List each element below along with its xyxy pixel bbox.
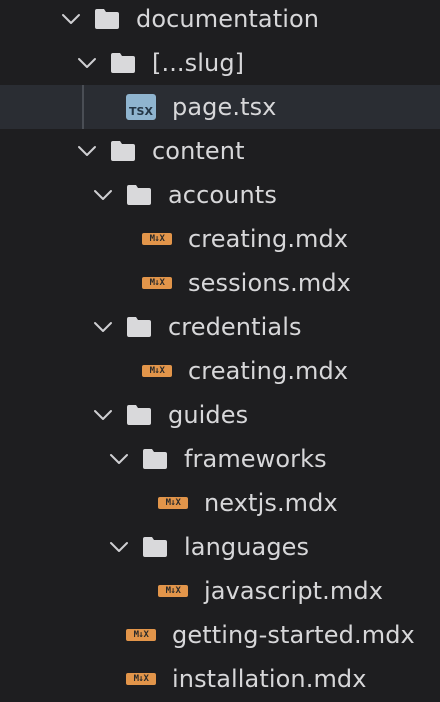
file-label: nextjs.mdx [204, 489, 338, 517]
folder-icon [94, 8, 120, 30]
folder-icon [110, 52, 136, 74]
file-label: creating.mdx [188, 357, 349, 385]
mdx-file-icon: M↓X [142, 277, 172, 289]
mdx-badge: M↓X [126, 629, 156, 641]
chevron-down-icon[interactable] [92, 184, 114, 206]
tree-folder-credentials[interactable]: credentials [0, 305, 440, 349]
tree-folder-accounts[interactable]: accounts [0, 173, 440, 217]
folder-icon [126, 184, 152, 206]
tree-folder-frameworks[interactable]: frameworks [0, 437, 440, 481]
file-label: getting-started.mdx [172, 621, 415, 649]
tree-file-creating-mdx[interactable]: M↓X creating.mdx [0, 217, 440, 261]
file-label: sessions.mdx [188, 269, 351, 297]
tree-file-sessions-mdx[interactable]: M↓X sessions.mdx [0, 261, 440, 305]
mdx-file-icon: M↓X [126, 673, 156, 685]
file-label: installation.mdx [172, 665, 367, 693]
tree-file-nextjs-mdx[interactable]: M↓X nextjs.mdx [0, 481, 440, 525]
folder-label: documentation [136, 5, 320, 33]
file-label: javascript.mdx [204, 577, 384, 605]
chevron-down-icon[interactable] [76, 52, 98, 74]
mdx-badge: M↓X [142, 233, 172, 245]
mdx-badge: M↓X [142, 365, 172, 377]
tree-file-page-tsx[interactable]: TSX page.tsx [0, 85, 440, 129]
folder-icon [142, 536, 168, 558]
folder-label: languages [184, 533, 310, 561]
file-label: page.tsx [172, 93, 277, 121]
file-label: creating.mdx [188, 225, 349, 253]
tree-folder-slug[interactable]: [...slug] [0, 41, 440, 85]
folder-icon [110, 140, 136, 162]
chevron-down-icon[interactable] [92, 404, 114, 426]
chevron-down-icon[interactable] [108, 536, 130, 558]
tree-file-getting-started-mdx[interactable]: M↓X getting-started.mdx [0, 613, 440, 657]
folder-label: guides [168, 401, 249, 429]
folder-icon [126, 316, 152, 338]
tree-file-installation-mdx[interactable]: M↓X installation.mdx [0, 657, 440, 701]
chevron-down-icon[interactable] [76, 140, 98, 162]
mdx-badge: M↓X [158, 585, 188, 597]
mdx-file-icon: M↓X [142, 233, 172, 245]
mdx-file-icon: M↓X [158, 585, 188, 597]
tree-file-javascript-mdx[interactable]: M↓X javascript.mdx [0, 569, 440, 613]
mdx-file-icon: M↓X [158, 497, 188, 509]
tree-folder-languages[interactable]: languages [0, 525, 440, 569]
tree-folder-content[interactable]: content [0, 129, 440, 173]
folder-icon [142, 448, 168, 470]
folder-label: accounts [168, 181, 277, 209]
folder-label: content [152, 137, 245, 165]
mdx-badge: M↓X [158, 497, 188, 509]
folder-label: credentials [168, 313, 302, 341]
tree-folder-documentation[interactable]: documentation [0, 0, 440, 41]
chevron-down-icon[interactable] [108, 448, 130, 470]
folder-label: frameworks [184, 445, 327, 473]
tsx-file-icon: TSX [126, 94, 156, 120]
chevron-down-icon[interactable] [92, 316, 114, 338]
mdx-file-icon: M↓X [142, 365, 172, 377]
file-tree: documentation [...slug] TSX page.tsx content… [0, 0, 440, 702]
mdx-file-icon: M↓X [126, 629, 156, 641]
mdx-badge: M↓X [142, 277, 172, 289]
tree-file-creating-mdx[interactable]: M↓X creating.mdx [0, 349, 440, 393]
folder-label: [...slug] [152, 49, 245, 77]
tree-folder-guides[interactable]: guides [0, 393, 440, 437]
folder-icon [126, 404, 152, 426]
chevron-down-icon[interactable] [60, 8, 82, 30]
indent-guide [82, 85, 84, 129]
mdx-badge: M↓X [126, 673, 156, 685]
tsx-badge: TSX [126, 94, 156, 120]
